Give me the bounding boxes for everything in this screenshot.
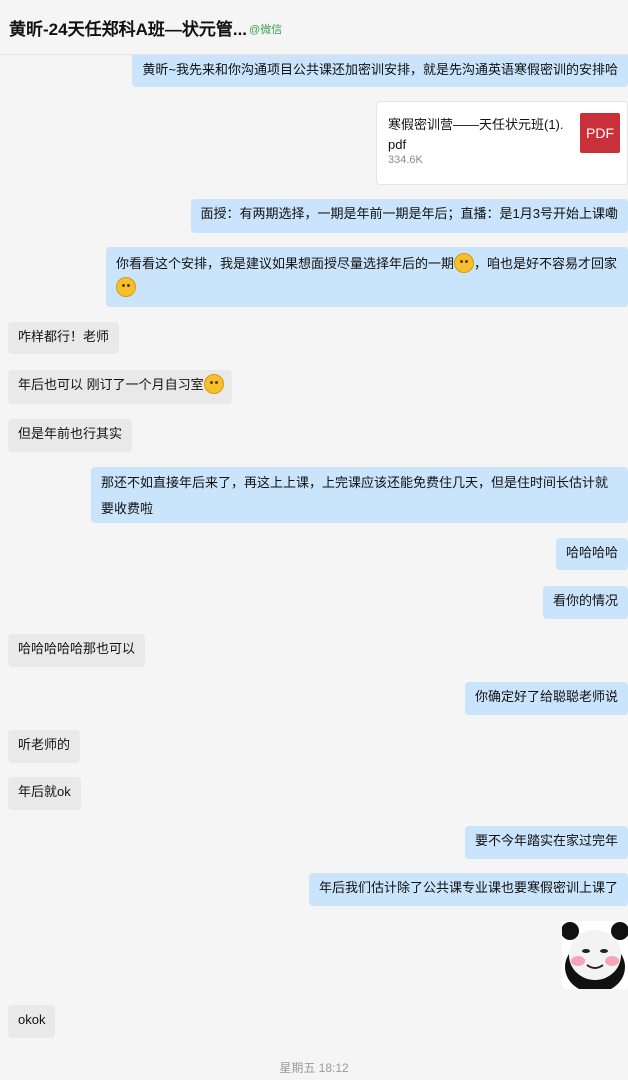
message-text: 要不今年踏实在家过完年 <box>474 833 618 848</box>
message-bubble-received[interactable]: 但是年前也行其实 <box>8 419 133 452</box>
wechat-source-tag: @微信 <box>249 23 283 36</box>
chat-header: 黄昕-24天任郑科A班—状元管... @微信 <box>0 0 628 55</box>
message-bubble-received[interactable]: 听老师的 <box>8 730 81 763</box>
message-text: 哈哈哈哈哈那也可以 <box>18 641 136 656</box>
panda-sticker-icon <box>562 921 628 989</box>
chat-title[interactable]: 黄昕-24天任郑科A班—状元管... <box>9 15 247 40</box>
message-bubble-sent[interactable]: 黄昕~我先来和你沟通项目公共课还加密训安排，就是先沟通英语寒假密训的安排哈 <box>132 55 628 87</box>
message-text: 看你的情况 <box>552 593 618 608</box>
message-text: 咋样都行！老师 <box>18 329 110 344</box>
message-text: 面授：有两期选择，一期是年前一期是年后；直播：是1月3号开始上课嘞 <box>200 206 618 221</box>
message-text: 黄昕~我先来和你沟通项目公共课还加密训安排，就是先沟通英语寒假密训的安排哈 <box>142 62 618 77</box>
message-text: 那还不如直接年后来了，再这上上课，上完课应该还能免费住几天，但是住时间长估计就要… <box>101 475 609 516</box>
message-bubble-sent[interactable]: 看你的情况 <box>542 586 628 619</box>
message-text: 哈哈哈哈 <box>565 545 618 560</box>
message-bubble-sent[interactable]: 要不今年踏实在家过完年 <box>464 826 628 859</box>
file-size: 334.6K <box>388 154 423 166</box>
message-text: 年后也可以 刚订了一个月自习室 <box>18 377 204 392</box>
file-name: 寒假密训营——天任状元班(1).pdf <box>388 117 564 152</box>
emoji-laugh-cry-icon <box>116 277 136 297</box>
message-bubble-sent[interactable]: 你看看这个安排，我是建议如果想面授尽量选择年后的一期 ，咱也是好不容易才回家 <box>106 247 628 307</box>
message-bubble-sent[interactable]: 年后我们估计除了公共课专业课也要寒假密训上课了 <box>308 873 628 906</box>
message-bubble-sent[interactable]: 哈哈哈哈 <box>555 538 628 570</box>
message-text: 听老师的 <box>18 737 71 752</box>
message-timestamp: 星期五 18:12 <box>279 1061 349 1075</box>
message-text: ，咱也是好不容易才回家 <box>474 256 618 271</box>
emoji-grimace-icon <box>454 253 475 273</box>
message-bubble-received[interactable]: 哈哈哈哈哈那也可以 <box>8 634 146 667</box>
panda-sticker[interactable] <box>562 921 628 989</box>
message-bubble-received[interactable]: 咋样都行！老师 <box>8 322 120 354</box>
message-bubble-received[interactable]: okok <box>8 1005 56 1038</box>
file-attachment-card[interactable]: 寒假密训营——天任状元班(1).pdf 334.6K PDF <box>376 101 628 185</box>
message-bubble-sent[interactable]: 你确定好了给聪聪老师说 <box>464 682 628 715</box>
pdf-file-icon: PDF <box>580 113 620 153</box>
message-bubble-sent[interactable]: 那还不如直接年后来了，再这上上课，上完课应该还能免费住几天，但是住时间长估计就要… <box>91 467 628 523</box>
message-bubble-received[interactable]: 年后就ok <box>8 777 81 810</box>
message-text: okok <box>18 1012 46 1027</box>
message-text: 年后就ok <box>18 784 71 799</box>
message-bubble-sent[interactable]: 面授：有两期选择，一期是年前一期是年后；直播：是1月3号开始上课嘞 <box>190 199 628 233</box>
emoji-laugh-cry-icon <box>203 374 224 394</box>
message-text: 但是年前也行其实 <box>18 426 123 441</box>
message-text: 你确定好了给聪聪老师说 <box>474 689 618 704</box>
message-bubble-received[interactable]: 年后也可以 刚订了一个月自习室 <box>8 370 232 404</box>
message-text: 年后我们估计除了公共课专业课也要寒假密训上课了 <box>318 880 618 895</box>
message-text: 你看看这个安排，我是建议如果想面授尽量选择年后的一期 <box>116 256 455 271</box>
